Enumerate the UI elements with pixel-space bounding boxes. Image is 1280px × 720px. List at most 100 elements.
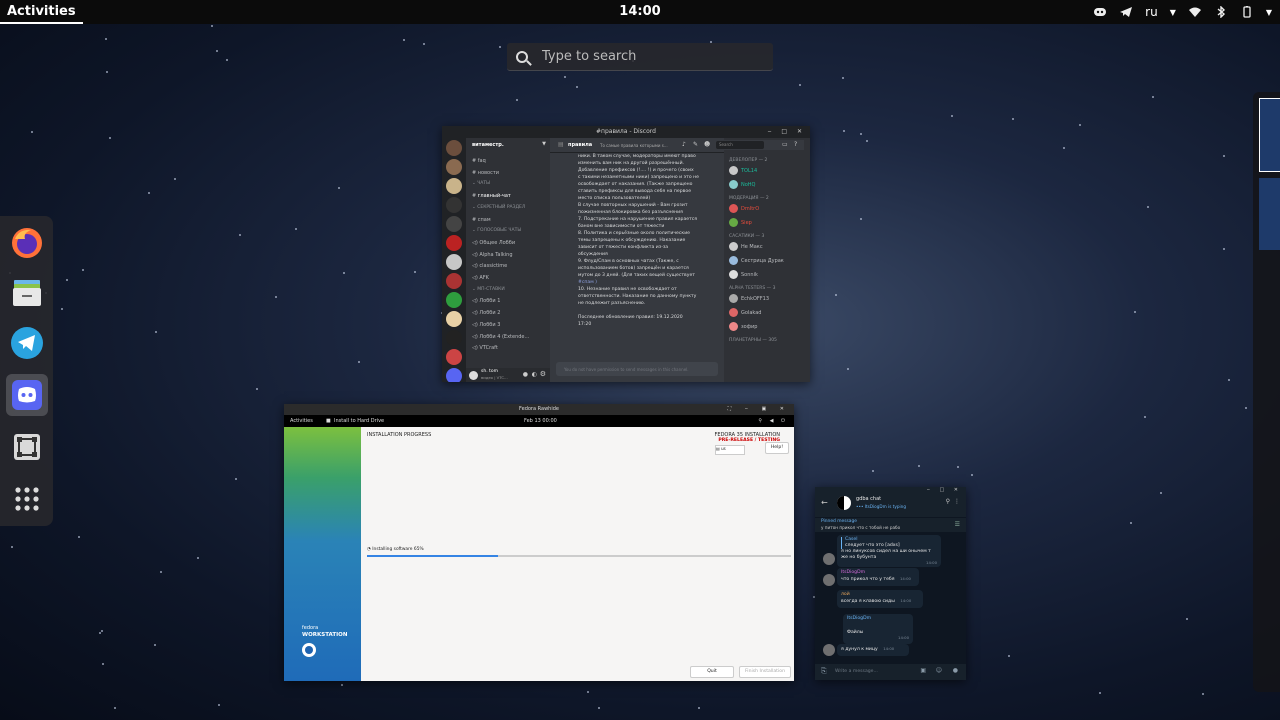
guest-clock[interactable]: Feb 13 00:00 — [524, 415, 557, 427]
inbox-icon[interactable]: ▭ — [782, 141, 788, 148]
pinned-message-bar[interactable]: Pinned message у питон прикол что с тобо… — [815, 517, 966, 533]
channel-item[interactable]: # faq — [472, 158, 486, 164]
chat-avatar[interactable] — [837, 496, 851, 510]
battery-icon[interactable] — [1240, 6, 1254, 18]
help-icon[interactable]: ? — [794, 141, 797, 148]
bluetooth-icon[interactable] — [1214, 6, 1228, 18]
member-item[interactable]: зофир — [729, 322, 757, 331]
avatar[interactable] — [469, 370, 478, 380]
guest-activities[interactable]: Activities — [290, 415, 313, 427]
member-item[interactable]: Golakad — [729, 308, 761, 317]
back-arrow-icon[interactable]: ← — [821, 498, 828, 507]
headphones-icon[interactable]: ◐ — [532, 371, 537, 378]
channel-category[interactable]: ⌄ голосовые чаты — [472, 228, 521, 233]
channel-list[interactable]: витаместр. ▼ # faq # новости ⌄ чаты # главн… — [466, 138, 550, 382]
attach-icon[interactable]: ⎘ — [821, 667, 827, 676]
wifi-icon[interactable] — [1188, 6, 1202, 18]
language-indicator[interactable]: ru — [1145, 5, 1158, 19]
app-label[interactable]: Install to Hard Drive — [334, 415, 384, 427]
search-input[interactable]: Search — [716, 141, 764, 149]
telegram-window[interactable]: ‒ □ ✕ ← gdba chat ••• ItsDiogDm is typin… — [815, 487, 966, 680]
server-icon[interactable] — [446, 254, 462, 270]
server-icon[interactable] — [446, 159, 462, 175]
member-item[interactable]: TOL14 — [729, 166, 757, 175]
server-icon[interactable] — [446, 330, 462, 346]
keyboard-indicator[interactable]: ▤ us — [715, 445, 745, 455]
discord-home-icon[interactable] — [446, 368, 462, 382]
microphone-icon[interactable]: ● — [953, 667, 958, 674]
member-item[interactable]: NoHQ — [729, 180, 756, 189]
server-icon[interactable] — [446, 178, 462, 194]
help-button[interactable]: Help! — [765, 442, 789, 454]
search-input[interactable] — [540, 48, 764, 65]
channel-item[interactable]: ◁) Общее Лобби — [472, 240, 515, 246]
channel-item[interactable]: # новости — [472, 170, 499, 176]
search-bar[interactable] — [507, 43, 773, 71]
channel-item[interactable]: ◁) Alpha Talking — [472, 252, 513, 258]
dash-item-firefox[interactable] — [6, 222, 48, 264]
pin-list-icon[interactable]: ☰ — [955, 521, 960, 528]
workspace-thumbnail[interactable] — [1253, 92, 1280, 692]
workspace-preview[interactable] — [1259, 98, 1280, 172]
member-item[interactable]: Sonnik — [729, 270, 758, 279]
commands-icon[interactable]: ▣ — [920, 667, 926, 674]
microphone-icon[interactable]: ● — [523, 371, 528, 378]
member-item[interactable]: Сестрица Дурак — [729, 256, 784, 265]
server-icon[interactable] — [446, 216, 462, 232]
discord-window[interactable]: #правила - Discord ‒ □ ✕ витаместр. ▼ # … — [442, 126, 810, 382]
server-icon[interactable] — [446, 292, 462, 308]
channel-item[interactable]: ◁) classictime — [472, 263, 507, 269]
message-bubble[interactable]: ItsDiogDm Файлы 14:00 — [843, 614, 913, 644]
search-icon[interactable]: ⚲ — [946, 498, 950, 505]
workspace-preview[interactable] — [1259, 178, 1280, 250]
avatar[interactable] — [823, 553, 835, 565]
message-bubble[interactable]: я дунул к мицу 14:00 — [837, 644, 909, 656]
dash-item-files[interactable] — [6, 272, 48, 314]
sticker-icon[interactable]: ☺ — [936, 667, 942, 674]
channel-item[interactable]: ◁) Лобби 3 — [472, 322, 500, 328]
dash-item-discord[interactable] — [6, 374, 48, 416]
vm-titlebar[interactable]: Fedora Rawhide ⛶ ‒ ▣ ✕ — [284, 404, 794, 415]
window-controls[interactable]: ⛶ ‒ ▣ ✕ — [728, 404, 790, 415]
server-name[interactable]: витаместр. — [472, 142, 504, 148]
guest-tray-icons[interactable]: ⚲ ◀ ⏻ — [758, 415, 788, 427]
channel-item[interactable]: ◁) Лобби 4 (Extende... — [472, 334, 529, 340]
server-icon[interactable] — [446, 140, 462, 156]
member-list[interactable]: ♪ ✎ ☻ Search ▭ ? ДЕВЕЛОПЕР — 2 TOL14 NoHQ М… — [682, 138, 810, 382]
channel-item[interactable]: ◁) AFK — [472, 275, 489, 281]
member-item[interactable]: Не Макс — [729, 242, 763, 251]
composer[interactable]: ⎘ Write a message... ▣ ☺ ● — [815, 664, 966, 680]
show-apps-button[interactable] — [6, 478, 48, 520]
chat-area[interactable]: ▤ правила То самые правила которыми s...… — [550, 138, 724, 382]
finish-installation-button[interactable]: Finish Installation — [739, 666, 791, 678]
message-bubble[interactable]: лой всегда я клавою сиды 14:00 — [837, 590, 923, 608]
discord-icon[interactable] — [1093, 6, 1107, 18]
telegram-icon[interactable] — [1119, 6, 1133, 18]
member-item[interactable]: DmItrO — [729, 204, 759, 213]
avatar[interactable] — [823, 644, 835, 656]
clock[interactable]: 14:00 — [0, 0, 1280, 24]
channel-item[interactable]: ◁) VTCraft — [472, 345, 498, 351]
channel-category[interactable]: ⌄ чаты — [472, 181, 490, 186]
message-bubble[interactable]: ItsDiogDm что прикол что у тебя 14:00 — [837, 568, 919, 586]
discord-titlebar[interactable]: #правила - Discord ‒ □ ✕ — [442, 126, 810, 138]
channel-item[interactable]: ◁) Лобби 2 — [472, 310, 500, 316]
more-options-icon[interactable]: ⋮ — [954, 498, 960, 505]
members-icon[interactable]: ☻ — [704, 141, 710, 148]
server-icon[interactable] — [446, 197, 462, 213]
quit-button[interactable]: Quit — [690, 666, 734, 678]
message-bubble[interactable]: Casel следует что это [adxs] я но линукс… — [837, 535, 941, 567]
member-item[interactable]: Siep — [729, 218, 752, 227]
server-icon[interactable] — [446, 235, 462, 251]
channel-item[interactable]: ◁) Лобби 1 — [472, 298, 500, 304]
pin-icon[interactable]: ✎ — [693, 141, 698, 148]
fedora-installer-window[interactable]: Fedora Rawhide ⛶ ‒ ▣ ✕ Activities ■ Inst… — [284, 404, 794, 681]
settings-gear-icon[interactable]: ⚙ — [540, 370, 546, 378]
dash-item-telegram[interactable] — [6, 322, 48, 364]
avatar[interactable] — [823, 574, 835, 586]
message-input[interactable]: Write a message... — [835, 669, 878, 674]
server-icon[interactable] — [446, 273, 462, 289]
channel-category[interactable]: ⌄ мп-ставки — [472, 287, 505, 292]
channel-item[interactable]: # спам — [472, 217, 491, 223]
system-tray[interactable]: ru ▼ ▼ — [1093, 0, 1272, 24]
